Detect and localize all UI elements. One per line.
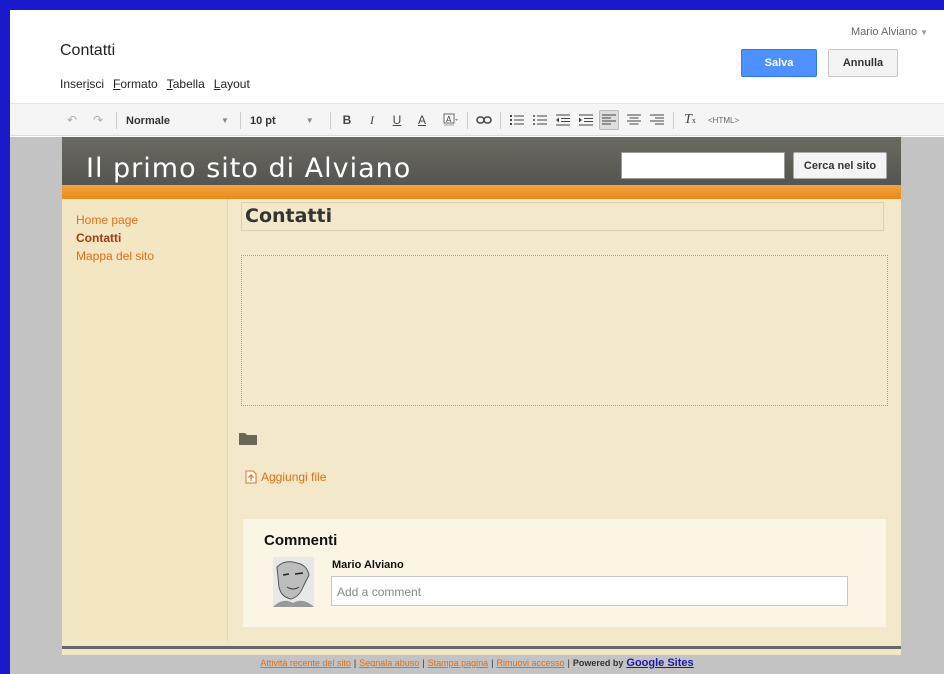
align-left-icon[interactable] bbox=[599, 110, 619, 130]
site-search-input[interactable] bbox=[621, 152, 785, 179]
link-icon-shape bbox=[476, 116, 492, 124]
header-accent-bar bbox=[62, 185, 901, 199]
footer-separator: | bbox=[491, 658, 494, 668]
comments-heading: Commenti bbox=[264, 532, 338, 549]
style-select-value: Normale bbox=[126, 114, 171, 127]
user-name: Mario Alviano bbox=[851, 26, 918, 38]
indent-less-shape bbox=[556, 114, 570, 126]
menu-label-part: sci bbox=[89, 77, 105, 91]
menu-bar: Inserisci Formato Tabella Layout bbox=[60, 77, 250, 91]
footer-separator: | bbox=[567, 658, 570, 668]
formatting-toolbar: ↶ ↷ Normale ▼ 10 pt ▼ B I U A A T x <HTM… bbox=[10, 103, 944, 136]
footer-link-recent-activity[interactable]: Attività recente del sito bbox=[260, 658, 351, 668]
indent-more-icon[interactable] bbox=[576, 110, 596, 130]
indent-less-icon[interactable] bbox=[553, 110, 573, 130]
page-heading: Contatti bbox=[245, 205, 333, 227]
redo-icon[interactable]: ↷ bbox=[88, 110, 108, 130]
chevron-down-icon: ▼ bbox=[221, 116, 229, 125]
user-menu[interactable]: Mario Alviano ▼ bbox=[851, 26, 928, 38]
sidebar-item-mappa-del-sito[interactable]: Mappa del sito bbox=[76, 249, 154, 263]
svg-text:A: A bbox=[446, 115, 452, 124]
folder-icon-shape bbox=[239, 433, 257, 445]
google-sites-link[interactable]: Google Sites bbox=[626, 657, 693, 669]
powered-by-label: Powered by bbox=[572, 658, 624, 668]
add-file-label: Aggiungi file bbox=[261, 470, 327, 484]
site-main-content: Contatti Aggiungi file Commenti Mario Al… bbox=[229, 199, 901, 641]
footer-separator: | bbox=[353, 658, 357, 668]
editor-canvas: Il primo sito di Alviano Cerca nel sito … bbox=[10, 137, 944, 674]
undo-icon[interactable]: ↶ bbox=[62, 110, 82, 130]
sidebar-item-contatti[interactable]: Contatti bbox=[76, 231, 121, 245]
toolbar-divider bbox=[467, 112, 468, 129]
indent-more-shape bbox=[579, 114, 593, 126]
menu-item-formato[interactable]: Formato bbox=[113, 77, 158, 91]
font-size-value: 10 pt bbox=[250, 114, 276, 127]
site-page: Il primo sito di Alviano Cerca nel sito … bbox=[62, 137, 901, 655]
link-icon[interactable] bbox=[474, 110, 494, 130]
bold-button[interactable]: B bbox=[337, 110, 357, 130]
toolbar-divider bbox=[673, 112, 674, 129]
font-size-select[interactable]: 10 pt ▼ bbox=[250, 104, 314, 137]
toolbar-divider bbox=[500, 112, 501, 129]
add-file-link[interactable]: Aggiungi file bbox=[245, 470, 326, 484]
bulleted-list-icon[interactable] bbox=[530, 110, 550, 130]
menu-label-part: Inser bbox=[60, 77, 87, 91]
page-content-editor[interactable] bbox=[241, 255, 888, 406]
align-right-shape bbox=[650, 114, 664, 125]
menu-item-layout[interactable]: Layout bbox=[214, 77, 250, 91]
footer-link-remove-access[interactable]: Rimuovi accesso bbox=[497, 658, 565, 668]
site-sidebar: Home page Contatti Mappa del sito bbox=[62, 199, 228, 641]
numbered-list-icon[interactable] bbox=[507, 110, 527, 130]
html-button[interactable]: <HTML> bbox=[708, 104, 739, 137]
add-file-icon bbox=[245, 470, 257, 484]
page-title-field[interactable]: Contatti bbox=[241, 202, 884, 231]
bulleted-list-shape bbox=[533, 115, 547, 125]
site-header: Il primo sito di Alviano Cerca nel sito bbox=[62, 137, 901, 185]
footer-link-print-page[interactable]: Stampa pagina bbox=[428, 658, 489, 668]
site-title: Il primo sito di Alviano bbox=[86, 153, 412, 184]
menu-item-inserisci[interactable]: Inserisci bbox=[60, 77, 104, 91]
highlight-icon-shape: A bbox=[443, 113, 458, 126]
menu-item-tabella[interactable]: Tabella bbox=[167, 77, 205, 91]
menu-label-part: ayout bbox=[220, 77, 250, 91]
footer-separator: | bbox=[422, 658, 425, 668]
sidebar-item-home-page[interactable]: Home page bbox=[76, 213, 138, 227]
browser-frame: Mario Alviano ▼ Contatti Inserisci Format… bbox=[10, 10, 944, 674]
align-right-icon[interactable] bbox=[647, 110, 667, 130]
chevron-down-icon: ▼ bbox=[305, 116, 314, 125]
toolbar-divider bbox=[330, 112, 331, 129]
italic-button[interactable]: I bbox=[362, 110, 382, 130]
site-search-button[interactable]: Cerca nel sito bbox=[793, 152, 887, 179]
comment-input[interactable]: Add a comment bbox=[331, 576, 848, 606]
folder-icon[interactable] bbox=[239, 432, 257, 450]
highlight-color-icon[interactable]: A bbox=[441, 110, 461, 130]
chevron-down-icon: ▼ bbox=[920, 28, 928, 37]
save-button[interactable]: Salva bbox=[741, 49, 817, 77]
clear-formatting-icon[interactable]: Tx bbox=[680, 110, 700, 130]
toolbar-divider bbox=[240, 112, 241, 129]
align-center-shape bbox=[627, 114, 641, 125]
underline-button[interactable]: U bbox=[387, 110, 407, 130]
comment-author: Mario Alviano bbox=[332, 559, 404, 571]
menu-label-part: ormato bbox=[120, 77, 158, 91]
footer-link-report-abuse[interactable]: Segnala abuso bbox=[359, 658, 419, 668]
toolbar-divider bbox=[116, 112, 117, 129]
style-select[interactable]: Normale ▼ bbox=[126, 104, 229, 137]
numbered-list-shape bbox=[510, 115, 524, 125]
align-left-shape bbox=[602, 114, 616, 125]
avatar bbox=[273, 557, 314, 607]
cancel-button[interactable]: Annulla bbox=[828, 49, 898, 77]
comments-section: Commenti Mario Alviano Add a comment bbox=[243, 519, 886, 627]
site-footer-line bbox=[62, 646, 901, 649]
site-footer: Attività recente del sito | Segnala abuso |… bbox=[10, 657, 944, 669]
align-center-icon[interactable] bbox=[624, 110, 644, 130]
page-title: Contatti bbox=[60, 42, 116, 59]
avatar-image bbox=[273, 557, 314, 607]
menu-label-part: abella bbox=[172, 77, 205, 91]
text-color-button[interactable]: A bbox=[412, 110, 432, 130]
